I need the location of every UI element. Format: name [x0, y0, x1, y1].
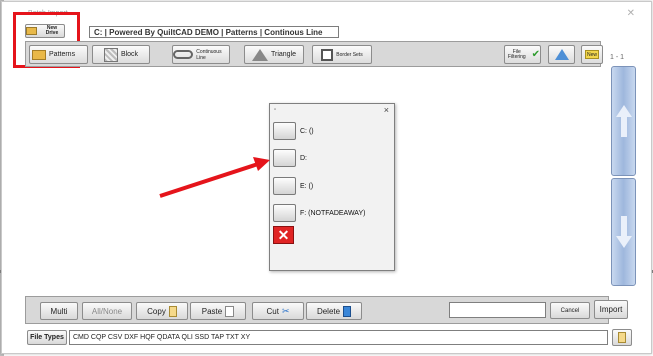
copy-icon: [168, 305, 177, 317]
import-button[interactable]: Import: [594, 300, 628, 319]
name-input[interactable]: [449, 302, 546, 318]
file-types-field[interactable]: CMD CQP CSV DXF HQF QDATA QLI SSD TAP TX…: [69, 330, 608, 345]
copy-label: Copy: [147, 306, 166, 316]
file-types-label: File Types: [30, 334, 64, 341]
multi-button[interactable]: Multi: [40, 302, 78, 320]
multi-label: Multi: [50, 306, 68, 316]
cancel-button[interactable]: Cancel: [550, 302, 590, 319]
delete-label: Delete: [316, 306, 341, 316]
file-types-button[interactable]: File Types: [27, 330, 67, 345]
paste-label: Paste: [201, 306, 223, 316]
cancel-label: Cancel: [560, 307, 580, 314]
file-types-folder-button[interactable]: [612, 329, 632, 346]
folder-icon: [618, 332, 626, 343]
all-none-label: All/None: [91, 306, 123, 316]
scissors-icon: ✂: [281, 305, 290, 316]
paste-icon: [225, 305, 235, 317]
all-none-button[interactable]: All/None: [82, 302, 132, 320]
import-label: Import: [599, 305, 623, 314]
delete-button[interactable]: Delete: [306, 302, 362, 320]
cut-label: Cut: [266, 306, 279, 316]
trash-icon: [343, 305, 352, 317]
cut-button[interactable]: Cut ✂: [252, 302, 304, 320]
paste-button[interactable]: Paste: [190, 302, 246, 320]
copy-button[interactable]: Copy: [136, 302, 188, 320]
